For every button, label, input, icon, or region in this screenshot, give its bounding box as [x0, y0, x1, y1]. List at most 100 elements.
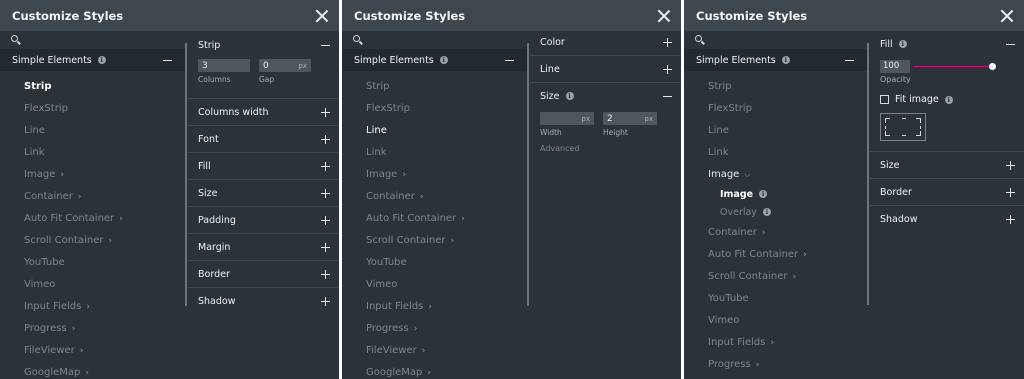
element-scroll-container[interactable]: Scroll Container › [684, 266, 867, 288]
prop-margin[interactable]: Margin [188, 234, 339, 261]
close-icon[interactable] [1000, 9, 1014, 23]
plus-icon[interactable] [320, 269, 331, 280]
prop-shadow[interactable]: Shadow [870, 206, 1024, 233]
collapse-icon[interactable] [320, 40, 331, 51]
plus-icon[interactable] [320, 296, 331, 307]
collapse-icon[interactable] [504, 55, 515, 66]
prop-columns-width[interactable]: Columns width [188, 99, 339, 126]
prop-size-header[interactable]: Size i [530, 83, 681, 110]
element-progress[interactable]: Progress › [0, 318, 185, 340]
plus-icon[interactable] [320, 107, 331, 118]
collapse-icon[interactable] [844, 55, 855, 66]
element-strip[interactable]: Strip [0, 76, 185, 98]
element-googlemap[interactable]: GoogleMap › [342, 362, 527, 379]
fit-image-checkbox[interactable] [880, 95, 889, 104]
prop-line[interactable]: Line [530, 56, 681, 83]
prop-strip-header[interactable]: Strip [188, 31, 339, 57]
advanced-link[interactable]: Advanced [540, 144, 671, 153]
search-bar[interactable] [684, 31, 867, 49]
close-icon[interactable] [657, 9, 671, 23]
scrollbar[interactable] [185, 43, 187, 306]
info-icon[interactable]: i [762, 208, 771, 216]
image-picker[interactable] [880, 113, 926, 141]
element-container[interactable]: Container › [342, 186, 527, 208]
plus-icon[interactable] [320, 215, 331, 226]
scrollbar[interactable] [527, 43, 529, 306]
opacity-slider[interactable] [914, 62, 996, 72]
plus-icon[interactable] [320, 134, 331, 145]
section-simple-elements[interactable]: Simple Elements i [684, 49, 867, 71]
element-vimeo[interactable]: Vimeo [342, 274, 527, 296]
element-flexstrip[interactable]: FlexStrip [684, 98, 867, 120]
element-input-fields[interactable]: Input Fields › [342, 296, 527, 318]
element-link[interactable]: Link [342, 142, 527, 164]
prop-border[interactable]: Border [188, 261, 339, 288]
element-youtube[interactable]: YouTube [684, 288, 867, 310]
element-scroll-container[interactable]: Scroll Container › [342, 230, 527, 252]
plus-icon[interactable] [320, 242, 331, 253]
prop-size[interactable]: Size [870, 152, 1024, 179]
section-simple-elements[interactable]: Simple Elements i [0, 49, 185, 71]
plus-icon[interactable] [320, 161, 331, 172]
element-image[interactable]: Image › [0, 164, 185, 186]
prop-padding[interactable]: Padding [188, 207, 339, 234]
element-scroll-container[interactable]: Scroll Container › [0, 230, 185, 252]
prop-color[interactable]: Color [530, 29, 681, 56]
element-line[interactable]: Line [342, 120, 527, 142]
width-input[interactable]: px [540, 112, 594, 125]
height-input[interactable]: 2 px [603, 112, 657, 125]
search-bar[interactable] [342, 31, 527, 49]
scrollbar[interactable] [867, 43, 869, 305]
search-icon[interactable] [695, 35, 705, 45]
prop-fill[interactable]: Fill [188, 153, 339, 180]
element-link[interactable]: Link [0, 142, 185, 164]
info-icon[interactable]: i [944, 95, 953, 104]
element-image[interactable]: Image › [342, 164, 527, 186]
element-container[interactable]: Container › [0, 186, 185, 208]
element-strip[interactable]: Strip [342, 76, 527, 98]
element-input-fields[interactable]: Input Fields › [684, 332, 867, 354]
element-container[interactable]: Container › [684, 222, 867, 244]
element-image[interactable]: Image ⌵ [684, 164, 867, 186]
element-fileviewer[interactable]: FileViewer › [342, 340, 527, 362]
plus-icon[interactable] [1005, 160, 1016, 171]
info-icon[interactable]: i [565, 92, 574, 100]
close-icon[interactable] [315, 9, 329, 23]
collapse-icon[interactable] [662, 91, 673, 102]
element-flexstrip[interactable]: FlexStrip [0, 98, 185, 120]
plus-icon[interactable] [1005, 187, 1016, 198]
plus-icon[interactable] [662, 37, 673, 48]
sub-element-image[interactable]: Image i [684, 186, 867, 204]
info-icon[interactable]: i [759, 190, 768, 198]
element-googlemap[interactable]: GoogleMap › [0, 362, 185, 379]
info-icon[interactable]: i [781, 55, 790, 64]
element-flexstrip[interactable]: FlexStrip [342, 98, 527, 120]
element-progress[interactable]: Progress › [342, 318, 527, 340]
element-youtube[interactable]: YouTube [0, 252, 185, 274]
search-bar[interactable] [0, 31, 185, 49]
collapse-icon[interactable] [1005, 39, 1016, 50]
element-line[interactable]: Line [0, 120, 185, 142]
element-vimeo[interactable]: Vimeo [684, 310, 867, 332]
element-link[interactable]: Link [684, 142, 867, 164]
prop-font[interactable]: Font [188, 126, 339, 153]
search-icon[interactable] [353, 35, 363, 45]
section-simple-elements[interactable]: Simple Elements i [342, 49, 527, 71]
collapse-icon[interactable] [162, 55, 173, 66]
plus-icon[interactable] [320, 188, 331, 199]
element-fileviewer[interactable]: FileViewer › [0, 340, 185, 362]
element-line[interactable]: Line [684, 120, 867, 142]
plus-icon[interactable] [662, 64, 673, 75]
fit-image-option[interactable]: Fit image i [880, 94, 1014, 105]
prop-border[interactable]: Border [870, 179, 1024, 206]
element-strip[interactable]: Strip [684, 76, 867, 98]
element-auto-fit-container[interactable]: Auto Fit Container › [342, 208, 527, 230]
element-vimeo[interactable]: Vimeo [0, 274, 185, 296]
element-progress[interactable]: Progress › [684, 354, 867, 376]
columns-input[interactable]: 3 [198, 59, 250, 72]
info-icon[interactable]: i [439, 55, 448, 64]
info-icon[interactable]: i [97, 55, 106, 64]
search-icon[interactable] [11, 35, 21, 45]
element-auto-fit-container[interactable]: Auto Fit Container › [684, 244, 867, 266]
prop-shadow[interactable]: Shadow [188, 288, 339, 315]
